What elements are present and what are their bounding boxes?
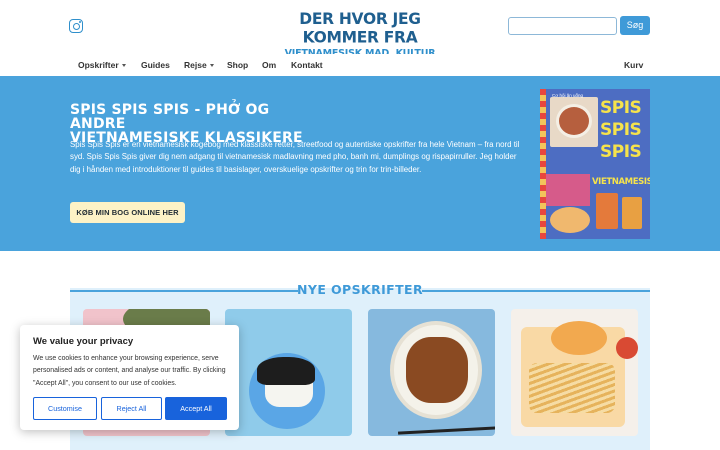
hero-description: Spis Spis Spis er en vietnamesisk kogebo… — [70, 140, 520, 174]
chevron-down-icon — [121, 64, 126, 68]
nav-item-guides[interactable]: Guides — [141, 59, 170, 71]
sauce-graphic — [616, 337, 638, 359]
chopsticks-graphic — [397, 426, 495, 435]
divider — [70, 290, 298, 292]
cookie-consent-dialog: We value your privacy We use cookies to … — [20, 325, 239, 430]
cover-spis-1: SPIS — [600, 98, 642, 118]
shrimp-graphic — [551, 321, 607, 355]
cover-drink — [622, 197, 642, 229]
reject-all-button[interactable]: Reject All — [101, 397, 162, 420]
book-cover-image[interactable]: Cơ hội ăn uống SPIS SPIS SPIS VIETNAMESI… — [540, 89, 650, 239]
nav-label: Opskrifter — [78, 60, 119, 70]
nav-item-rejse[interactable]: Rejse — [184, 59, 214, 71]
site-header: DER HVOR JEG KOMMER FRA VIETNAMESISK MAD… — [0, 0, 720, 71]
nav-item-om[interactable]: Om — [262, 59, 276, 71]
cover-plate — [550, 207, 590, 233]
buy-book-button[interactable]: KØB MIN BOG ONLINE HER — [70, 202, 185, 223]
cover-top-text: Cơ hội ăn uống — [552, 93, 583, 98]
pho-bowl-graphic — [556, 104, 592, 138]
logo-title: DER HVOR JEG KOMMER FRA — [299, 9, 421, 47]
noodles-graphic — [529, 363, 615, 413]
hero-title-line: SPIS SPIS SPIS - PHỞ OG ANDRE — [70, 102, 270, 132]
nav-label: Rejse — [184, 60, 207, 70]
consent-text: We use cookies to enhance your browsing … — [33, 355, 226, 387]
instagram-icon[interactable] — [69, 19, 83, 33]
section-title: NYE OPSKRIFTER — [297, 282, 423, 297]
cover-spis-2: SPIS — [600, 120, 642, 140]
customise-button[interactable]: Customise — [33, 397, 97, 420]
nori-graphic — [257, 357, 315, 385]
consent-title: We value your privacy — [33, 336, 134, 347]
recipe-card[interactable] — [225, 309, 352, 436]
cover-spis-3: SPIS — [600, 142, 642, 162]
hero-banner: SPIS SPIS SPIS - PHỞ OG ANDRE VIETNAMESI… — [0, 76, 720, 251]
search-button[interactable]: Søg — [620, 16, 650, 35]
recipe-card[interactable] — [368, 309, 495, 436]
cover-stripe — [540, 89, 546, 239]
cover-pink-block — [546, 174, 590, 206]
recipe-card[interactable] — [511, 309, 638, 436]
cart-link[interactable]: Kurv — [624, 59, 643, 71]
chevron-down-icon — [209, 64, 214, 68]
cover-drink — [596, 193, 618, 229]
nav-item-shop[interactable]: Shop — [227, 59, 248, 71]
search-input[interactable] — [508, 17, 617, 35]
divider — [422, 290, 650, 292]
nav-item-kontakt[interactable]: Kontakt — [291, 59, 323, 71]
cover-subtitle: VIETNAMESISKE — [592, 177, 650, 187]
accept-all-button[interactable]: Accept All — [165, 397, 227, 420]
tofu-dish-graphic — [406, 337, 468, 403]
main-nav: Opskrifter Guides Rejse Shop Om Kontakt … — [0, 54, 720, 76]
nav-item-opskrifter[interactable]: Opskrifter — [78, 59, 126, 71]
